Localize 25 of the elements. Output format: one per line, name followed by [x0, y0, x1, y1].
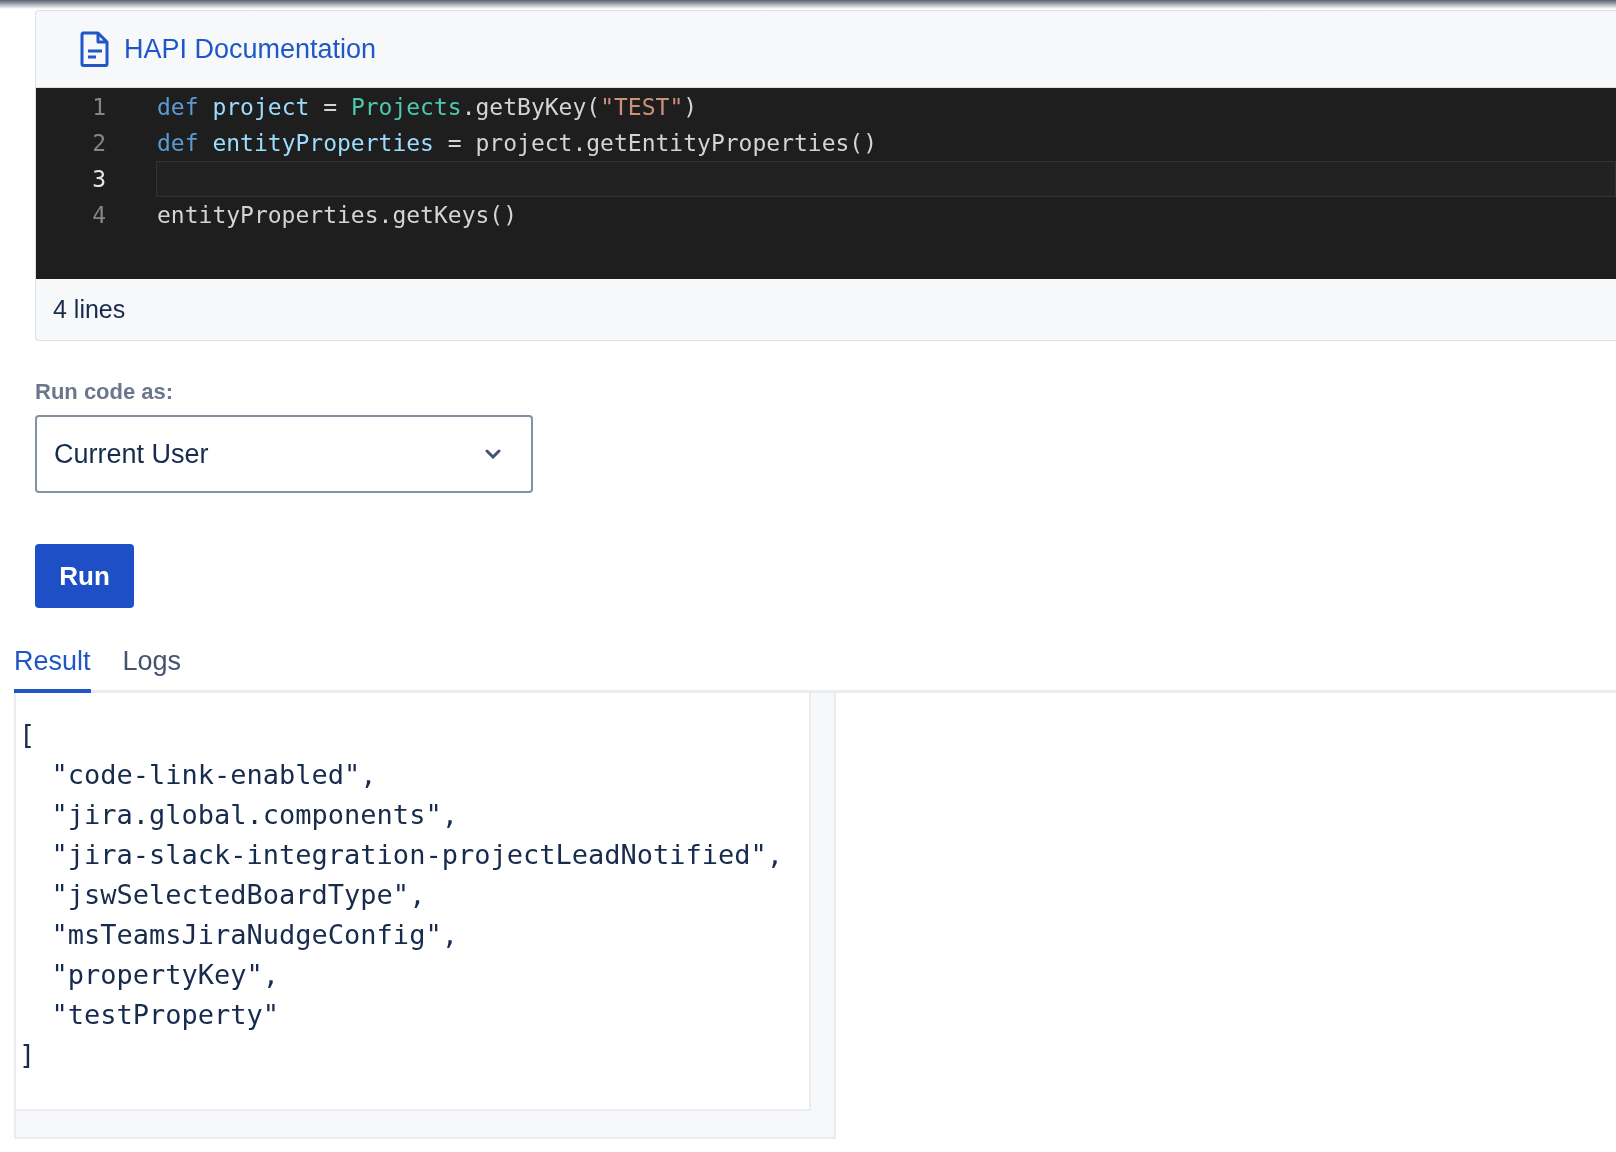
line-number: 3	[91, 166, 107, 192]
output-line: "jira-slack-integration-projectLeadNotified",	[50, 838, 784, 872]
documentation-link[interactable]: HAPI Documentation	[124, 33, 377, 65]
output-line: [	[19, 718, 37, 752]
tab[interactable]: Logs	[122, 642, 182, 693]
chevron-down-icon	[485, 449, 501, 459]
document-icon	[80, 31, 110, 67]
code-line: entityProperties.getKeys()	[156, 201, 519, 230]
code-line: def project = Projects.getByKey("TEST")	[156, 93, 699, 122]
output-line: "msTeamsJiraNudgeConfig",	[50, 918, 459, 952]
output-line: "jira.global.components",	[50, 798, 459, 832]
output-line: "jswSelectedBoardType",	[50, 878, 427, 912]
code-editor[interactable]: 1 def project = Projects.getByKey("TEST") 2 def entityProperties = project.getEntityProperties() 3 4 entityProperties.getKeys()	[36, 88, 1616, 279]
field-label: Run code as:	[35, 379, 174, 405]
output-line: ]	[19, 1038, 37, 1072]
line-number: 1	[91, 94, 107, 120]
line-number: 4	[91, 202, 107, 228]
line-count: 4 lines	[53, 295, 126, 324]
run-button[interactable]: Run	[35, 544, 134, 608]
output-line: "code-link-enabled",	[50, 758, 378, 792]
code-line: def entityProperties = project.getEntityProperties()	[156, 129, 879, 158]
output-line: "propertyKey",	[50, 958, 281, 992]
output-line: "testProperty"	[50, 998, 281, 1032]
user-select[interactable]: Current User	[35, 415, 533, 493]
line-number: 2	[91, 130, 107, 156]
